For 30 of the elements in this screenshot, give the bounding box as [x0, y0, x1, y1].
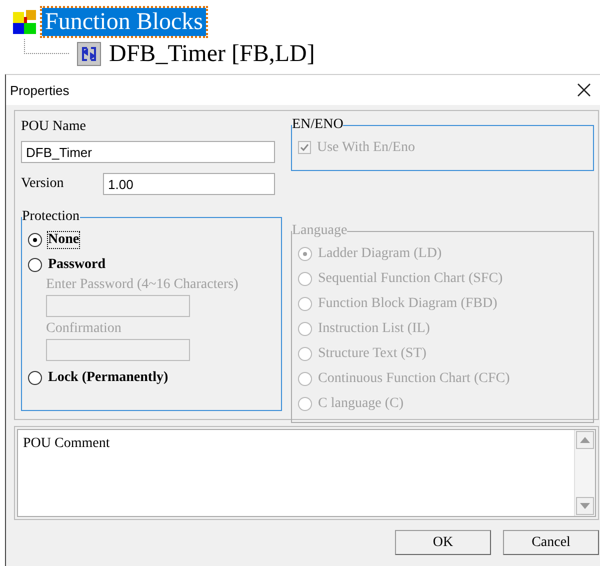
tree-node[interactable]: DFB_Timer [FB,LD] — [109, 40, 315, 68]
group-title: Protection — [22, 209, 80, 225]
close-icon — [577, 83, 591, 97]
checkbox-icon — [298, 141, 311, 154]
scroll-up-button[interactable] — [576, 431, 594, 449]
radio-button[interactable] — [28, 370, 42, 384]
radio-option[interactable]: Lock (Permanently) — [28, 365, 275, 390]
comment-field[interactable]: POU Comment — [17, 429, 596, 517]
pou-name-label: POU Name — [21, 119, 87, 135]
radio-button[interactable] — [28, 258, 42, 272]
ok-button[interactable]: OK — [395, 530, 491, 555]
radio-option[interactable]: None — [28, 227, 275, 252]
blocks-icon — [10, 8, 38, 36]
pou-name-field[interactable]: DFB_Timer — [21, 141, 275, 163]
scrollbar[interactable] — [574, 430, 595, 516]
up-arrow-icon — [580, 437, 590, 443]
function-block-icon — [77, 42, 101, 66]
version-label: Version — [21, 176, 65, 192]
confirmation-label: Confirmation — [46, 321, 122, 337]
radio-option[interactable]: Password — [28, 252, 275, 277]
password-label: Enter Password (4~16 Characters) — [46, 277, 240, 293]
radio-button[interactable] — [28, 232, 42, 246]
window-title: Properties — [10, 82, 70, 98]
group-title: EN/ENO — [292, 117, 344, 133]
version-field[interactable]: 1.00 — [103, 173, 275, 195]
group-title: Language — [292, 223, 348, 239]
tree-node[interactable]: Function Blocks — [42, 8, 206, 36]
cancel-button[interactable]: Cancel — [503, 530, 599, 555]
scroll-down-button[interactable] — [576, 497, 594, 515]
down-arrow-icon — [580, 503, 590, 509]
